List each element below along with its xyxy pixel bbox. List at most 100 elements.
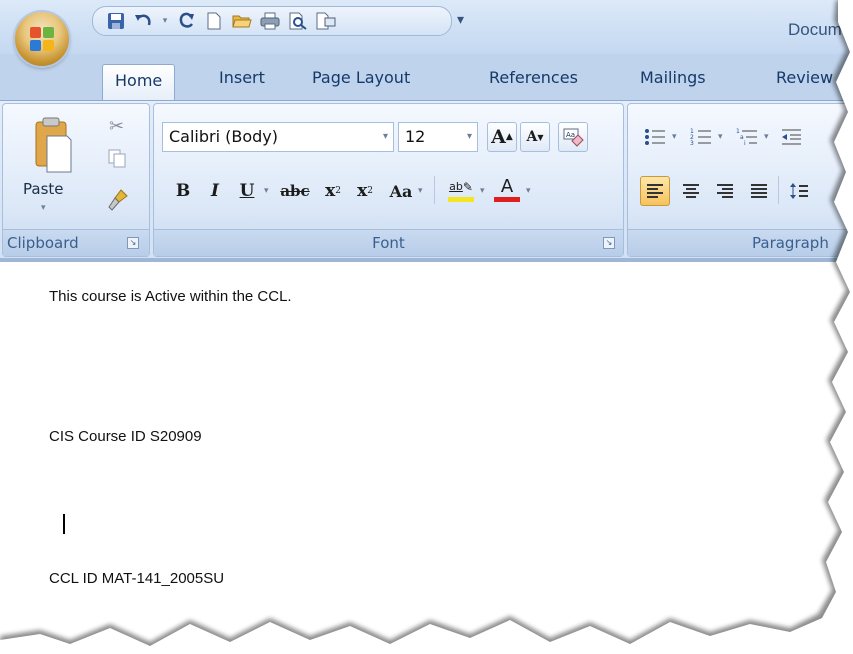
title-bar: ▾ ▾ Docum <box>0 0 853 54</box>
italic-button[interactable]: I <box>200 176 230 206</box>
new-document-icon[interactable] <box>203 11 225 31</box>
font-color-bar <box>494 197 520 202</box>
paste-icon <box>35 117 72 173</box>
document-line: CCL ID MAT-141_2005SU <box>49 570 225 587</box>
clipboard-group: Paste ▾ ✂ Clipboard ↘ <box>2 103 150 257</box>
document-line: CIS Course ID S20909 <box>49 428 202 445</box>
strikethrough-button[interactable]: abc <box>276 176 314 206</box>
font-color-glyph: A <box>500 175 514 197</box>
office-button[interactable] <box>15 12 69 66</box>
bold-glyph: B <box>175 181 191 201</box>
change-case-glyph: Aa <box>389 181 413 201</box>
numbering-button[interactable]: 123 <box>686 122 716 152</box>
format-painter-icon[interactable] <box>107 188 129 216</box>
font-size-combo[interactable]: 12 ▾ <box>398 122 478 152</box>
superscript-button[interactable]: x2 <box>350 176 380 206</box>
tab-home[interactable]: Home <box>102 64 176 101</box>
justify-icon <box>751 184 767 198</box>
attach-icon[interactable] <box>315 11 337 31</box>
clipboard-dialog-launcher-icon[interactable]: ↘ <box>127 237 139 249</box>
underline-button[interactable]: U <box>232 176 262 206</box>
numbering-dropdown-icon[interactable]: ▾ <box>718 132 723 142</box>
underline-dropdown-icon[interactable]: ▾ <box>264 186 269 196</box>
paragraph-group: ▾ 123 ▾ 1ai ▾ Paragraph <box>627 103 853 257</box>
save-icon[interactable] <box>105 11 127 31</box>
bold-button[interactable]: B <box>168 176 198 206</box>
change-case-dropdown-icon[interactable]: ▾ <box>418 186 423 196</box>
tab-references[interactable]: References <box>489 68 578 87</box>
multilevel-dropdown-icon[interactable]: ▾ <box>764 132 769 142</box>
highlight-button[interactable]: ab ✎ <box>446 174 476 204</box>
superscript-glyph: x <box>357 181 368 201</box>
numbering-icon: 123 <box>690 128 711 147</box>
font-dialog-launcher-icon[interactable]: ↘ <box>603 237 615 249</box>
subscript-button[interactable]: x2 <box>318 176 348 206</box>
align-left-button[interactable] <box>640 176 670 206</box>
bullets-icon <box>645 129 665 145</box>
highlight-color-bar <box>448 197 474 202</box>
clear-formatting-button[interactable]: Aa <box>558 122 588 152</box>
strikethrough-glyph: abc <box>280 182 310 200</box>
paste-dropdown-arrow[interactable]: ▾ <box>41 203 46 213</box>
document-page[interactable]: This course is Active within the CCL. CI… <box>0 258 853 654</box>
multilevel-list-button[interactable]: 1ai <box>732 122 762 152</box>
align-right-button[interactable] <box>710 176 740 206</box>
change-case-button[interactable]: Aa <box>384 176 418 206</box>
redo-icon[interactable] <box>175 11 197 31</box>
copy-icon[interactable] <box>107 148 127 172</box>
separator <box>778 176 779 204</box>
font-name-value: Calibri (Body) <box>169 127 279 146</box>
line-spacing-button[interactable] <box>784 176 814 206</box>
office-logo-icon <box>30 27 54 51</box>
font-color-dropdown-icon[interactable]: ▾ <box>526 186 531 196</box>
justify-button[interactable] <box>744 176 774 206</box>
undo-icon[interactable] <box>133 11 155 31</box>
subscript-glyph: x <box>325 181 336 201</box>
paragraph-group-label: Paragraph <box>628 229 853 256</box>
font-name-dropdown-icon[interactable]: ▾ <box>383 123 388 151</box>
ribbon: Paste ▾ ✂ Clipboard ↘ Calibri (Body) ▾ 1… <box>0 100 853 259</box>
svg-text:3: 3 <box>690 140 694 147</box>
text-cursor <box>63 514 65 534</box>
customize-qat-button[interactable]: ▾ <box>457 12 464 28</box>
tab-insert[interactable]: Insert <box>219 68 265 87</box>
subscript-mark: 2 <box>335 186 341 196</box>
quick-print-icon[interactable] <box>259 11 281 31</box>
font-size-dropdown-icon[interactable]: ▾ <box>467 123 472 151</box>
highlight-pen-icon: ✎ <box>462 180 473 194</box>
bullets-button[interactable] <box>640 122 670 152</box>
multilevel-list-icon: 1ai <box>736 128 757 147</box>
decrease-indent-button[interactable] <box>776 122 806 152</box>
word-window: ▾ ▾ Docum Home Insert Page Layout Refere… <box>0 0 853 654</box>
tab-mailings[interactable]: Mailings <box>640 68 706 87</box>
paste-button[interactable]: Paste ▾ <box>13 112 77 222</box>
open-folder-icon[interactable] <box>231 11 253 31</box>
tab-page-layout[interactable]: Page Layout <box>312 68 410 87</box>
separator <box>434 176 435 204</box>
svg-text:Aa: Aa <box>566 131 575 139</box>
highlight-dropdown-icon[interactable]: ▾ <box>480 186 485 196</box>
font-group-label: Font ↘ <box>154 229 623 256</box>
tab-review[interactable]: Review <box>776 68 833 87</box>
print-preview-icon[interactable] <box>287 11 309 31</box>
grow-font-glyph: A <box>491 126 506 148</box>
quick-access-toolbar: ▾ <box>92 6 452 36</box>
document-title: Docum <box>788 20 842 39</box>
clipboard-group-label: Clipboard ↘ <box>3 229 149 256</box>
shrink-font-button[interactable]: A ▼ <box>520 122 550 152</box>
bullets-dropdown-icon[interactable]: ▾ <box>672 132 677 142</box>
font-color-button[interactable]: A <box>492 174 522 204</box>
svg-text:i: i <box>744 140 746 147</box>
clipboard-label-text: Clipboard <box>7 234 79 252</box>
paragraph-label-text: Paragraph <box>752 234 829 252</box>
document-line: This course is Active within the CCL. <box>49 288 292 305</box>
align-center-button[interactable] <box>676 176 706 206</box>
chevron-down-icon[interactable]: ▾ <box>161 11 169 31</box>
align-right-icon <box>717 184 733 198</box>
font-name-combo[interactable]: Calibri (Body) ▾ <box>162 122 394 152</box>
cut-icon[interactable]: ✂ <box>109 116 124 137</box>
font-label-text: Font <box>372 234 405 252</box>
grow-font-button[interactable]: A ▲ <box>487 122 517 152</box>
highlight-glyph: ab <box>449 179 463 193</box>
line-spacing-icon <box>790 183 808 199</box>
